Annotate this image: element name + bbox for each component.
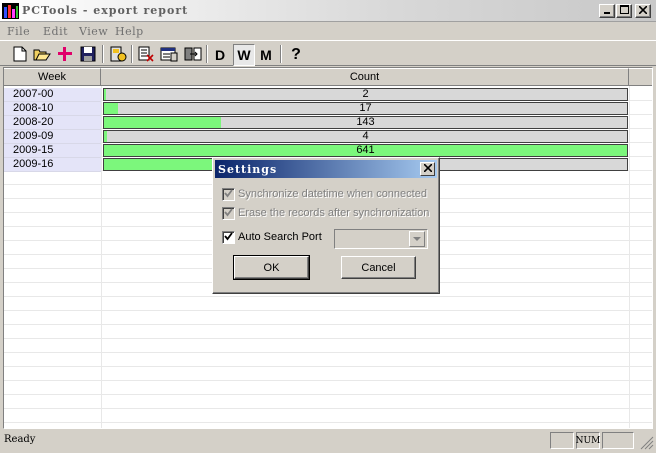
menu-help[interactable]: Help bbox=[115, 25, 144, 38]
help-question-icon: ? bbox=[291, 46, 301, 63]
checkmark-icon bbox=[224, 207, 233, 220]
app-icon bbox=[2, 3, 19, 19]
week-cell: 2009-16 bbox=[4, 158, 101, 172]
week-cell: 2008-20 bbox=[4, 116, 101, 130]
status-pane-scroll bbox=[602, 432, 634, 449]
menu-edit[interactable]: Edit bbox=[43, 25, 68, 38]
minimize-button[interactable] bbox=[599, 4, 615, 18]
menu-bar: File Edit View Help bbox=[0, 22, 656, 40]
ok-button[interactable]: OK bbox=[233, 255, 310, 280]
count-bar: 4 bbox=[103, 130, 628, 143]
menu-file[interactable]: File bbox=[7, 25, 30, 38]
column-header-count[interactable]: Count bbox=[101, 68, 629, 86]
toolbar-separator bbox=[102, 45, 104, 63]
count-bar: 2 bbox=[103, 88, 628, 101]
column-header-week[interactable]: Week bbox=[4, 68, 101, 86]
help-button[interactable]: ? bbox=[285, 44, 307, 66]
status-text: Ready bbox=[4, 434, 36, 445]
table-row[interactable]: 2007-00 2 bbox=[4, 88, 652, 102]
checkmark-icon bbox=[224, 188, 233, 201]
minimize-icon bbox=[603, 5, 611, 17]
week-cell: 2007-00 bbox=[4, 88, 101, 102]
status-pane-num: NUM bbox=[576, 432, 600, 449]
add-button[interactable] bbox=[54, 44, 76, 66]
window-title: PCTools - export report bbox=[22, 4, 189, 17]
week-cell: 2009-09 bbox=[4, 130, 101, 144]
new-file-icon bbox=[13, 46, 27, 65]
count-bar: 17 bbox=[103, 102, 628, 115]
table-row[interactable]: 2008-10 17 bbox=[4, 102, 652, 116]
table-row[interactable]: 2009-09 4 bbox=[4, 130, 652, 144]
open-folder-icon bbox=[33, 46, 51, 65]
title-bar[interactable]: PCTools - export report bbox=[0, 0, 656, 22]
toolbar-separator bbox=[206, 45, 208, 63]
properties-icon bbox=[160, 46, 178, 65]
close-icon bbox=[638, 5, 648, 17]
new-file-button[interactable] bbox=[9, 44, 31, 66]
cancel-button[interactable]: Cancel bbox=[341, 256, 416, 279]
save-disk-icon bbox=[80, 46, 96, 65]
add-plus-icon bbox=[57, 46, 73, 65]
dialog-title-bar[interactable]: Settings bbox=[215, 160, 437, 178]
count-bar: 641 bbox=[103, 144, 628, 157]
export-button[interactable] bbox=[182, 44, 204, 66]
week-cell: 2008-10 bbox=[4, 102, 101, 116]
toolbar-separator bbox=[280, 45, 282, 63]
port-select-dropdown-button[interactable] bbox=[409, 231, 425, 247]
week-view-button[interactable]: W bbox=[233, 44, 255, 66]
month-view-button[interactable]: M bbox=[255, 44, 277, 66]
erase-records-label: Erase the records after synchronization bbox=[238, 207, 430, 219]
status-bar: Ready NUM bbox=[0, 430, 656, 452]
connect-device-button[interactable] bbox=[107, 44, 129, 66]
table-row[interactable]: 2009-15 641 bbox=[4, 144, 652, 158]
settings-dialog: Settings Synchronize datetime when conne… bbox=[212, 157, 440, 294]
save-button[interactable] bbox=[77, 44, 99, 66]
delete-record-icon bbox=[138, 46, 154, 65]
dialog-close-button[interactable] bbox=[420, 162, 435, 176]
auto-search-port-label: Auto Search Port bbox=[238, 231, 322, 243]
port-select[interactable] bbox=[334, 229, 428, 249]
export-icon bbox=[184, 46, 202, 65]
count-value: 17 bbox=[359, 102, 372, 114]
column-header-filler bbox=[629, 68, 652, 86]
chevron-down-icon bbox=[413, 233, 421, 245]
close-icon bbox=[422, 163, 433, 175]
close-button[interactable] bbox=[635, 4, 651, 18]
connect-device-icon bbox=[109, 45, 127, 66]
delete-record-button[interactable] bbox=[135, 44, 157, 66]
open-button[interactable] bbox=[31, 44, 53, 66]
day-view-button[interactable]: D bbox=[209, 44, 231, 66]
week-cell: 2009-15 bbox=[4, 144, 101, 158]
maximize-icon bbox=[619, 5, 629, 17]
count-value: 2 bbox=[362, 88, 369, 100]
maximize-button[interactable] bbox=[616, 4, 632, 18]
status-pane-caps bbox=[550, 432, 574, 449]
sync-datetime-checkbox[interactable] bbox=[222, 188, 235, 201]
count-bar: 143 bbox=[103, 116, 628, 129]
auto-search-port-checkbox[interactable] bbox=[222, 231, 235, 244]
count-value: 4 bbox=[362, 130, 369, 142]
sync-datetime-label: Synchronize datetime when connected bbox=[238, 188, 427, 200]
toolbar-separator bbox=[131, 45, 133, 63]
dialog-title: Settings bbox=[218, 163, 278, 176]
count-value: 641 bbox=[356, 144, 375, 156]
erase-records-checkbox[interactable] bbox=[222, 207, 235, 220]
toolbar: D W M ? bbox=[0, 40, 656, 66]
properties-button[interactable] bbox=[158, 44, 180, 66]
checkmark-icon bbox=[224, 231, 233, 244]
menu-view[interactable]: View bbox=[79, 25, 108, 38]
table-row[interactable]: 2008-20 143 bbox=[4, 116, 652, 130]
count-value: 143 bbox=[356, 116, 375, 128]
resize-grip-icon[interactable] bbox=[640, 436, 654, 453]
